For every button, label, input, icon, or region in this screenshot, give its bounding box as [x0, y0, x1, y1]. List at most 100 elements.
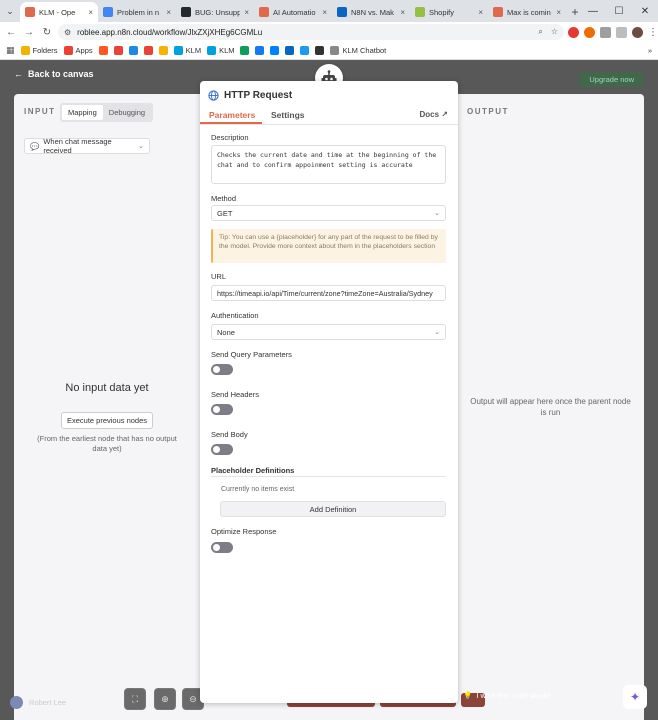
bookmark-favicon-icon — [315, 46, 325, 55]
tab-settings[interactable]: Settings — [271, 110, 305, 120]
bookmark-item[interactable]: KLM — [173, 46, 202, 55]
bookmark-item[interactable] — [270, 46, 280, 55]
tab-title: AI Automatio — [273, 7, 316, 17]
bookmark-favicon-icon — [158, 46, 168, 55]
url-input[interactable]: https://timeapi.io/api/Time/current/zone… — [211, 285, 446, 301]
extensions: ⋮ — [568, 26, 658, 38]
tab-title: Max is comin — [507, 7, 551, 17]
site-info-icon[interactable]: ⚙ — [64, 28, 71, 37]
ai-assistant-button[interactable]: ✦ — [623, 685, 647, 709]
bookmarks-more-icon[interactable]: » — [648, 46, 652, 55]
bookmark-item[interactable] — [143, 46, 153, 55]
close-tab-icon[interactable]: × — [244, 8, 249, 17]
bookmark-item[interactable] — [285, 46, 295, 55]
bookmark-label: KLM — [185, 46, 202, 55]
bookmark-item[interactable] — [98, 46, 108, 55]
address-bar[interactable]: ⚙ roblee.app.n8n.cloud/workflow/JlxZXjXH… — [58, 24, 564, 40]
reload-icon[interactable]: ↻ — [40, 27, 54, 38]
window-controls: — ☐ ✕ — [580, 0, 658, 22]
forward-arrow-icon[interactable]: → — [22, 27, 36, 38]
zoom-icon[interactable]: ⌕ — [538, 27, 542, 37]
close-tab-icon[interactable]: × — [478, 8, 483, 17]
bookmark-favicon-icon — [98, 46, 108, 55]
debugging-mode-button[interactable]: Debugging — [103, 105, 151, 120]
bookmark-favicon-icon — [173, 46, 183, 55]
sidebar-icon[interactable] — [616, 26, 627, 38]
bookmark-item[interactable] — [113, 46, 123, 55]
bookmark-item[interactable] — [128, 46, 138, 55]
apps-grid-icon[interactable]: ▦ — [6, 45, 15, 56]
node-title-text[interactable]: HTTP Request — [224, 90, 292, 101]
send-query-toggle[interactable] — [211, 364, 233, 375]
upgrade-button[interactable]: Upgrade now — [579, 72, 644, 87]
optimize-response-toggle[interactable] — [211, 542, 233, 553]
profile-avatar-icon[interactable] — [632, 26, 643, 38]
browser-tab[interactable]: BUG: Unsupp × — [176, 2, 254, 22]
bookmark-item[interactable]: KLM Chatbot — [330, 46, 386, 55]
browser-tab[interactable]: Shopify × — [410, 2, 488, 22]
bookmark-item[interactable] — [158, 46, 168, 55]
bookmark-favicon-icon — [63, 46, 73, 55]
bookmark-star-icon[interactable]: ☆ — [551, 27, 558, 37]
send-headers-toggle[interactable] — [211, 404, 233, 415]
favicon-icon — [25, 7, 35, 17]
menu-kebab-icon[interactable]: ⋮ — [648, 27, 658, 38]
browser-tab[interactable]: AI Automatio × — [254, 2, 332, 22]
close-tab-icon[interactable]: × — [166, 8, 171, 17]
authentication-select[interactable]: None ⌄ — [211, 324, 446, 340]
puzzle-icon[interactable] — [600, 26, 611, 38]
method-label: Method — [211, 194, 237, 203]
close-tab-icon[interactable]: × — [400, 8, 405, 17]
docs-link[interactable]: Docs ↗ — [420, 110, 449, 119]
tab-title: Shopify — [429, 7, 455, 17]
mapping-mode-button[interactable]: Mapping — [62, 105, 103, 120]
send-body-toggle[interactable] — [211, 444, 233, 455]
description-label: Description — [211, 133, 249, 142]
bookmark-item[interactable]: Apps — [63, 46, 93, 55]
browser-tab[interactable]: N8N vs. Mak × — [332, 2, 410, 22]
back-arrow-icon[interactable]: ← — [4, 27, 18, 38]
input-node-select[interactable]: 💬 When chat message received ⌄ — [24, 137, 150, 155]
browser-tab[interactable]: Max is comin × — [488, 2, 566, 22]
bookmark-item[interactable] — [315, 46, 325, 55]
bookmark-item[interactable]: KLM — [207, 46, 234, 55]
description-textarea[interactable]: Checks the current date and time at the … — [211, 145, 446, 184]
close-tab-icon[interactable]: × — [322, 8, 327, 17]
feedback-wish-link[interactable]: 💡 I wish this node would... — [463, 691, 556, 700]
minimize-icon[interactable]: — — [580, 0, 606, 22]
tab-search-dropdown-icon[interactable]: ⌄ — [0, 0, 20, 22]
chevron-down-icon: ⌄ — [434, 329, 440, 336]
url-label: URL — [211, 272, 227, 281]
add-definition-button[interactable]: Add Definition — [220, 501, 446, 517]
back-to-canvas-button[interactable]: ← Back to canvas — [14, 69, 94, 79]
bookmark-item[interactable] — [240, 46, 250, 55]
maximize-icon[interactable]: ☐ — [606, 0, 632, 22]
user-menu[interactable]: Robert Lee — [10, 696, 66, 709]
close-tab-icon[interactable]: × — [88, 8, 93, 17]
browser-tab[interactable]: Problem in n × — [98, 2, 176, 22]
close-tab-icon[interactable]: × — [556, 8, 561, 17]
tab-parameters[interactable]: Parameters — [209, 110, 255, 120]
extension-icon[interactable] — [568, 26, 579, 38]
bookmark-label: Folders — [32, 46, 58, 55]
zoom-to-fit-icon[interactable]: ⛶ — [124, 688, 146, 710]
bookmark-item[interactable]: Folders — [20, 46, 58, 55]
method-select[interactable]: GET ⌄ — [211, 205, 446, 221]
tab-title: Problem in n — [117, 7, 160, 17]
placeholder-definitions-title: Placeholder Definitions — [211, 466, 295, 475]
execute-hint: (From the earliest node that has no outp… — [37, 434, 177, 453]
close-window-icon[interactable]: ✕ — [632, 0, 658, 22]
chevron-down-icon: ⌄ — [138, 143, 144, 150]
extension-icon[interactable] — [584, 26, 595, 38]
section-divider — [211, 476, 446, 477]
browser-tab[interactable]: KLM - Ope × — [20, 2, 98, 22]
bookmark-item[interactable] — [255, 46, 265, 55]
zoom-in-icon[interactable]: ⊕ — [154, 688, 176, 710]
favicon-icon — [493, 7, 503, 17]
bookmark-item[interactable] — [300, 46, 310, 55]
sparkle-icon: ✦ — [629, 690, 641, 704]
authentication-value: None — [217, 327, 235, 337]
node-parameters-panel: HTTP Request Parameters Settings Docs ↗ … — [200, 81, 458, 703]
favicon-icon — [415, 7, 425, 17]
execute-previous-nodes-button[interactable]: Execute previous nodes — [61, 412, 153, 429]
